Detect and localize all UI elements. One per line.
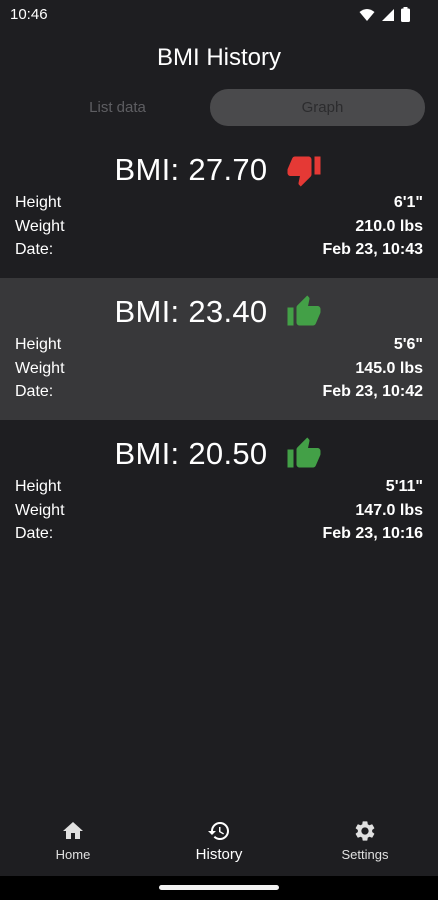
- history-icon: [207, 819, 231, 843]
- date-value: Feb 23, 10:43: [322, 241, 424, 258]
- date-label: Date:: [15, 241, 54, 258]
- height-value: 5'11": [385, 478, 423, 495]
- date-label: Date:: [15, 525, 54, 542]
- bottom-nav: Home History Settings: [0, 810, 438, 876]
- height-label: Height: [15, 194, 62, 211]
- nav-home-label: Home: [55, 847, 91, 862]
- height-row: Height 6'1": [15, 194, 423, 212]
- page-title: BMI History: [156, 44, 281, 71]
- height-label: Height: [15, 478, 62, 495]
- thumbs-down-icon: [285, 152, 323, 188]
- nav-settings[interactable]: Settings: [292, 810, 438, 876]
- weight-label: Weight: [15, 218, 65, 235]
- bmi-line: BMI: 20.50: [0, 436, 438, 472]
- weight-label: Weight: [15, 360, 65, 377]
- height-label: Height: [15, 336, 62, 353]
- nav-history-label: History: [195, 846, 243, 863]
- status-bar: 10:46: [0, 0, 438, 30]
- weight-row: Weight 147.0 lbs: [15, 502, 423, 520]
- tab-list-data[interactable]: List data: [15, 89, 220, 126]
- height-value: 6'1": [393, 194, 423, 211]
- status-time: 10:46: [10, 6, 48, 23]
- history-list: BMI: 27.70 Height 6'1" Weight 210.0 lbs …: [0, 136, 438, 562]
- battery-icon: [401, 7, 410, 27]
- gesture-handle[interactable]: [159, 885, 279, 890]
- date-label: Date:: [15, 383, 54, 400]
- date-row: Date: Feb 23, 10:43: [15, 241, 423, 259]
- status-icons: [359, 7, 410, 27]
- nav-home[interactable]: Home: [0, 810, 146, 876]
- weight-value: 210.0 lbs: [355, 218, 423, 235]
- height-row: Height 5'6": [15, 336, 423, 354]
- bmi-line: BMI: 23.40: [0, 294, 438, 330]
- height-value: 5'6": [393, 336, 423, 353]
- history-record[interactable]: BMI: 27.70 Height 6'1" Weight 210.0 lbs …: [0, 136, 438, 278]
- weight-row: Weight 210.0 lbs: [15, 218, 423, 236]
- bmi-value: BMI: 27.70: [114, 152, 268, 187]
- date-value: Feb 23, 10:42: [322, 383, 424, 400]
- bmi-value: BMI: 23.40: [114, 294, 268, 329]
- wifi-icon: [359, 8, 375, 27]
- height-row: Height 5'11": [15, 478, 423, 496]
- thumbs-up-icon: [285, 436, 323, 472]
- weight-value: 145.0 lbs: [355, 360, 423, 377]
- date-value: Feb 23, 10:16: [322, 525, 424, 542]
- bmi-value: BMI: 20.50: [114, 436, 268, 471]
- bmi-line: BMI: 27.70: [0, 152, 438, 188]
- weight-label: Weight: [15, 502, 65, 519]
- tab-graph[interactable]: Graph: [210, 89, 425, 126]
- weight-value: 147.0 lbs: [355, 502, 423, 519]
- date-row: Date: Feb 23, 10:42: [15, 383, 423, 401]
- weight-row: Weight 145.0 lbs: [15, 360, 423, 378]
- gear-icon: [353, 819, 377, 843]
- gesture-area: [0, 876, 438, 900]
- home-icon: [61, 819, 85, 843]
- nav-history[interactable]: History: [146, 810, 292, 876]
- signal-icon: [381, 8, 395, 27]
- view-toggle: List data Graph: [15, 89, 425, 126]
- thumbs-up-icon: [285, 294, 323, 330]
- history-record[interactable]: BMI: 20.50 Height 5'11" Weight 147.0 lbs…: [0, 420, 438, 562]
- nav-settings-label: Settings: [341, 847, 389, 862]
- date-row: Date: Feb 23, 10:16: [15, 525, 423, 543]
- history-record[interactable]: BMI: 23.40 Height 5'6" Weight 145.0 lbs …: [0, 278, 438, 420]
